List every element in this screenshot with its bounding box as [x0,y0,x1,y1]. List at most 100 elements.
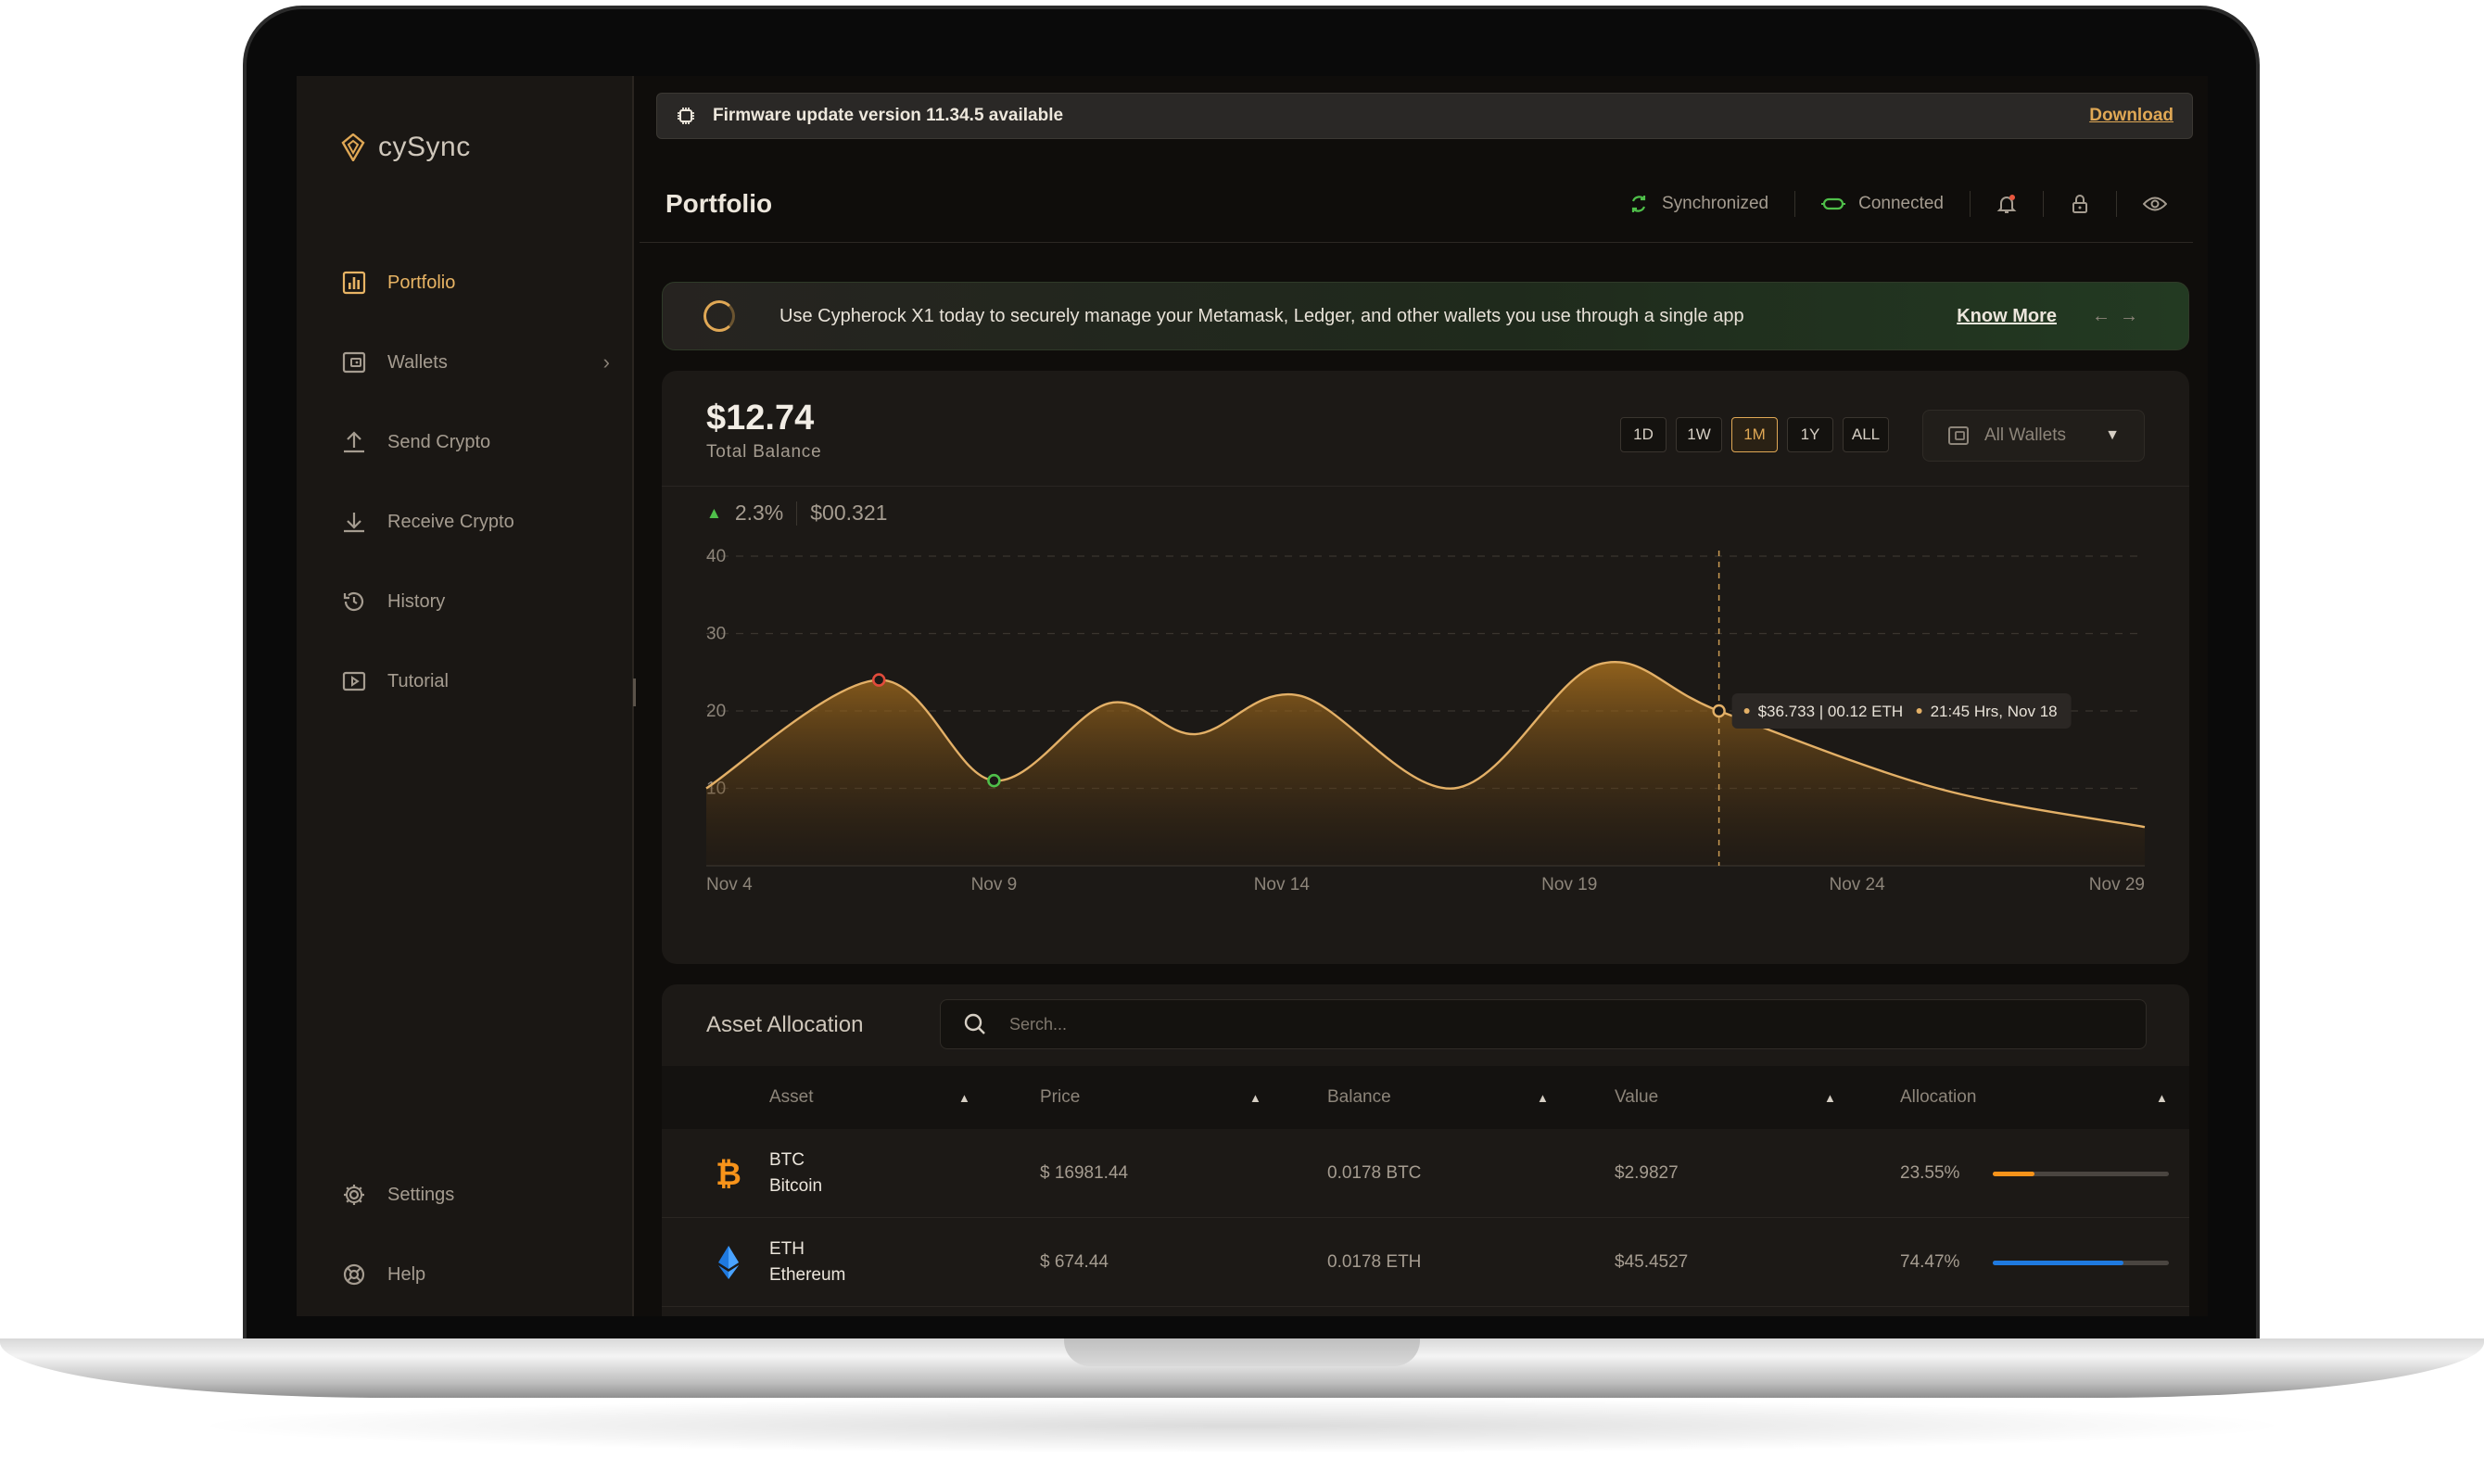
sync-status[interactable]: Synchronized [1603,190,1796,217]
column-allocation[interactable]: Allocation ▲ [1900,1066,2169,1129]
connection-status-label: Connected [1858,193,1944,213]
arrow-right-icon[interactable]: → [2120,306,2148,326]
portfolio-area-chart[interactable]: 10203040$36.733 | 00.12 ETH21:45 Hrs, No… [662,538,2189,964]
notifications-button[interactable] [1971,190,2044,217]
asset-symbol: BTC [769,1150,805,1170]
allocation-bar [1993,1172,2169,1176]
column-asset[interactable]: Asset ▲ [769,1066,973,1129]
sidebar-item-portfolio[interactable]: Portfolio [341,243,610,323]
search-input[interactable]: Serch... [940,999,2147,1049]
toggle-visibility-button[interactable] [2117,191,2167,217]
lock-button[interactable] [2044,190,2117,217]
sort-up-icon: ▲ [1537,1090,1549,1105]
change-value: $00.321 [810,501,888,525]
search-icon [964,1013,985,1034]
wallet-icon [1948,426,1969,445]
chevron-right-icon[interactable]: › [603,350,610,374]
portfolio-chart-card: $12.74 Total Balance 1D 1W 1M 1Y ALL All… [662,371,2189,964]
asset-symbol: ETH [769,1239,805,1259]
table-row[interactable]: ETH Ethereum $ 674.44 0.0178 ETH $45.452… [662,1218,2189,1307]
range-1w[interactable]: 1W [1676,417,1722,452]
sidebar-bottom: Settings Help [341,1155,610,1314]
range-1d[interactable]: 1D [1620,417,1667,452]
sidebar-item-label: Help [387,1263,426,1285]
sidebar-item-history[interactable]: History [341,562,610,641]
laptop-shadow [185,1398,2299,1453]
column-price[interactable]: Price ▲ [1040,1066,1262,1129]
triangle-up-icon: ▲ [706,503,722,522]
price-cell: $ 16981.44 [1040,1163,1129,1183]
sidebar: cySync Portfolio Wallets › Send Crypto R… [297,76,636,1316]
sidebar-item-receive-crypto[interactable]: Receive Crypto [341,482,610,562]
data-point-marker [987,773,1001,788]
promo-nav-arrows[interactable]: ←→ [2092,306,2148,327]
tooltip-dot [1743,708,1750,714]
main-content: Firmware update version 11.34.5 availabl… [640,76,2208,1316]
allocation-cell: 74.47% [1900,1252,1960,1272]
wallet-filter-dropdown[interactable]: All Wallets ▼ [1922,410,2145,462]
sort-up-icon: ▲ [2156,1090,2168,1105]
help-icon [341,1262,367,1287]
bell-icon [1996,194,2017,213]
x-tick-label: Nov 19 [1541,875,1597,894]
table-row[interactable]: ₿ BTC Bitcoin $ 16981.44 0.0178 BTC $2.9… [662,1129,2189,1218]
allocation-bar-fill [1993,1172,2034,1176]
hover-point [1712,704,1726,718]
range-1y[interactable]: 1Y [1787,417,1833,452]
sort-up-icon: ▲ [1824,1090,1836,1105]
value-cell: $45.4527 [1615,1252,1689,1272]
arrow-left-icon[interactable]: ← [2092,306,2120,326]
tooltip-dot [1916,708,1922,714]
app-logo[interactable]: cySync [341,132,471,163]
lock-icon [2072,194,2087,213]
column-balance[interactable]: Balance ▲ [1327,1066,1550,1129]
sidebar-item-label: Tutorial [387,670,449,691]
sidebar-item-wallets[interactable]: Wallets › [341,323,610,402]
promo-text: Use Cypherock X1 today to securely manag… [779,305,1744,326]
wallet-icon [341,349,367,375]
range-1m[interactable]: 1M [1731,417,1778,452]
search-placeholder: Serch... [1009,1014,1068,1034]
series-area [706,662,2145,866]
sync-icon [1631,195,1646,212]
sync-status-label: Synchronized [1661,193,1769,213]
asset-cell: BTC Bitcoin [769,1129,822,1218]
sidebar-item-label: Wallets [387,351,448,373]
page-title: Portfolio [665,188,773,218]
receive-icon [341,509,367,535]
y-tick-label: 20 [706,702,726,721]
asset-cell: ETH Ethereum [769,1218,845,1307]
column-label: Allocation [1900,1087,1977,1107]
balance-change: ▲ 2.3% $00.321 [706,501,887,526]
time-range-selector: 1D 1W 1M 1Y ALL [1620,417,1889,452]
topbar: Portfolio Synchronized Connected [640,165,2193,243]
total-balance-label: Total Balance [706,442,822,462]
cysync-logo-icon [341,133,365,161]
sidebar-item-label: Receive Crypto [387,511,514,532]
column-label: Asset [769,1087,814,1107]
device-connected-icon [1821,197,1846,209]
y-tick-label: 40 [706,547,726,566]
connection-status[interactable]: Connected [1795,190,1971,217]
x-tick-label: Nov 4 [706,875,753,894]
x-tick-label: Nov 29 [2089,875,2145,894]
sidebar-resize-handle[interactable] [633,679,636,706]
portfolio-icon [341,270,367,296]
column-label: Balance [1327,1087,1391,1107]
know-more-link[interactable]: Know More [1957,306,2057,327]
laptop-notch [1064,1338,1420,1366]
sidebar-item-settings[interactable]: Settings [341,1155,610,1235]
divider [796,501,798,526]
sidebar-item-label: Settings [387,1184,455,1205]
value-cell: $2.9827 [1615,1163,1679,1183]
download-link[interactable]: Download [2089,106,2174,126]
y-tick-label: 30 [706,625,726,644]
range-all[interactable]: ALL [1843,417,1889,452]
eye-icon [2143,197,2167,210]
allocation-bar-fill [1993,1261,2124,1265]
sidebar-item-tutorial[interactable]: Tutorial [341,641,610,721]
column-value[interactable]: Value ▲ [1615,1066,1837,1129]
sidebar-item-help[interactable]: Help [341,1235,610,1314]
sidebar-item-send-crypto[interactable]: Send Crypto [341,402,610,482]
wallet-filter-value: All Wallets [1984,425,2066,445]
